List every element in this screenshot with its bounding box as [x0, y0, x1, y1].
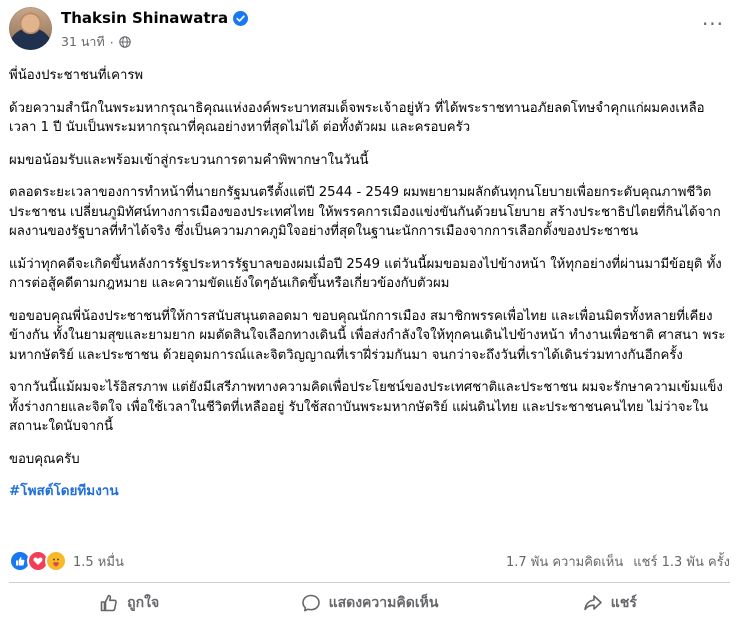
comment-button[interactable]: แสดงความคิดเห็น: [249, 586, 489, 620]
like-button[interactable]: ถูกใจ: [9, 586, 249, 620]
reaction-icons[interactable]: [9, 550, 67, 572]
author-avatar[interactable]: [9, 7, 52, 50]
post-paragraph: ขอขอบคุณพี่น้องประชาชนที่ให้การสนับสนุนต…: [9, 308, 726, 363]
post-actions: ถูกใจ แสดงความคิดเห็น แชร์: [9, 585, 730, 621]
care-icon: [45, 550, 67, 572]
reaction-count[interactable]: 1.5 หมื่น: [73, 551, 124, 572]
more-options-button[interactable]: ···: [698, 12, 728, 36]
verified-badge-icon: [233, 10, 249, 26]
share-button[interactable]: แชร์: [490, 586, 730, 620]
post-paragraph: พี่น้องประชาชนที่เคารพ: [9, 68, 144, 83]
reactions-bar: 1.5 หมื่น 1.7 พัน ความคิดเห็น แชร์ 1.3 พ…: [9, 550, 730, 572]
comment-count[interactable]: 1.7 พัน ความคิดเห็น: [506, 551, 623, 572]
post-paragraph: ตลอดระยะเวลาของการทำหน้าที่นายกรัฐมนตรีต…: [9, 185, 721, 239]
actions-divider: [9, 582, 730, 583]
more-options-icon: ···: [701, 12, 725, 36]
like-button-label: ถูกใจ: [127, 595, 160, 611]
comment-button-label: แสดงความคิดเห็น: [328, 595, 439, 611]
share-button-label: แชร์: [610, 595, 637, 611]
post-header: Thaksin Shinawatra 31 นาที · ···: [0, 0, 742, 56]
thumbs-up-icon: [100, 594, 118, 612]
post-paragraph: จากวันนี้แม้ผมจะไร้อิสรภาพ แต่ยังมีเสรีภ…: [9, 380, 723, 434]
hashtag-link[interactable]: #โพสต์โดยทีมงาน: [9, 483, 119, 499]
engagement-stats: 1.7 พัน ความคิดเห็น แชร์ 1.3 พัน ครั้ง: [506, 551, 730, 572]
facebook-post-card: Thaksin Shinawatra 31 นาที · ··· พี่น้อง…: [0, 0, 742, 624]
post-body: พี่น้องประชาชนที่เคารพ ด้วยความสำนึกในพร…: [9, 66, 729, 502]
share-arrow-icon: [583, 595, 602, 611]
post-paragraph: ขอบคุณครับ: [9, 451, 80, 467]
public-globe-icon: [118, 36, 131, 48]
meta-separator: ·: [109, 34, 114, 50]
post-meta: 31 นาที ·: [61, 32, 131, 52]
post-paragraph: ด้วยความสำนึกในพระมหากรุณาธิคุณแห่งองค์พ…: [9, 100, 705, 136]
post-paragraph: ผมขอน้อมรับและพร้อมเข้าสู่กระบวนการตามคำ…: [9, 152, 369, 168]
comment-bubble-icon: [301, 594, 320, 612]
share-count[interactable]: แชร์ 1.3 พัน ครั้ง: [633, 551, 730, 572]
post-paragraph: แม้ว่าทุกคดีจะเกิดขึ้นหลังการรัฐประหารรั…: [9, 256, 722, 292]
author-name-row: Thaksin Shinawatra: [61, 9, 249, 27]
post-timestamp[interactable]: 31 นาที: [61, 32, 105, 52]
author-name[interactable]: Thaksin Shinawatra: [61, 9, 228, 27]
